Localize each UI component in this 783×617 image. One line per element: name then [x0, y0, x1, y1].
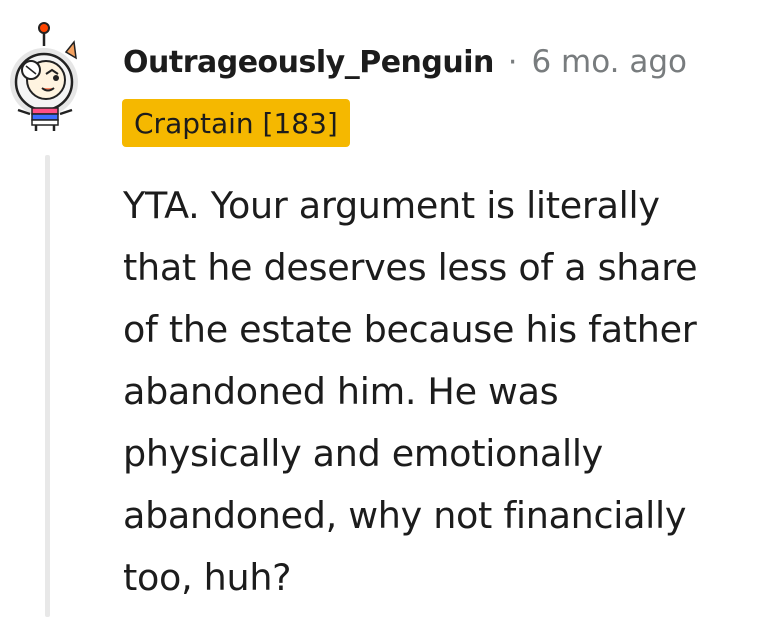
meta-separator: ·	[507, 44, 518, 80]
username-link[interactable]: Outrageously_Penguin	[123, 45, 494, 80]
comment-body: YTA. Your argument is literally that he …	[123, 175, 773, 609]
thread-collapse-line[interactable]	[45, 155, 50, 617]
comment: Outrageously_Penguin · 6 mo. ago Craptai…	[0, 0, 783, 617]
comment-body-line: abandoned, why not financially	[123, 494, 687, 537]
comment-header: Outrageously_Penguin · 6 mo. ago	[123, 40, 687, 84]
comment-body-line: of the estate because his father	[123, 308, 697, 351]
comment-body-line: too, huh?	[123, 556, 292, 599]
user-flair-badge: Craptain [183]	[122, 99, 350, 147]
comment-body-line: YTA. Your argument is literally	[123, 184, 660, 227]
comment-body-line: abandoned him. He was	[123, 370, 559, 413]
comment-body-line: physically and emotionally	[123, 432, 603, 475]
timestamp-link[interactable]: 6 mo. ago	[531, 44, 687, 80]
comment-body-line: that he deserves less of a share	[123, 246, 698, 289]
snoo-avatar-icon	[10, 22, 78, 131]
avatar[interactable]	[6, 22, 86, 132]
